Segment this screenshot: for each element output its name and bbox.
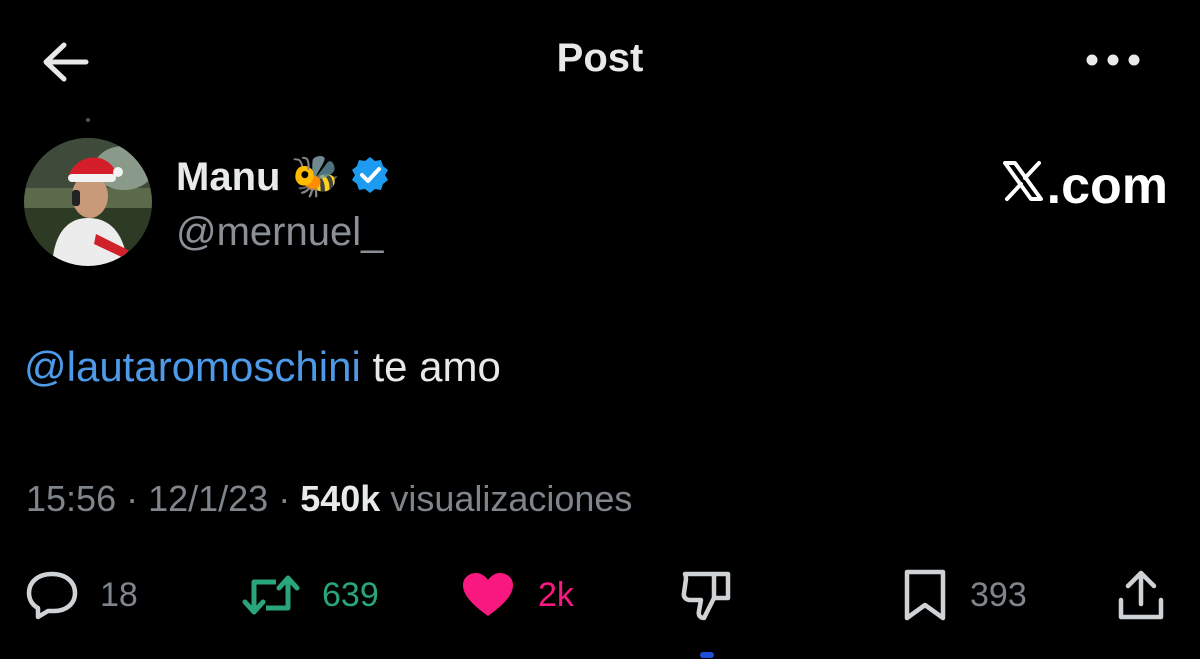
x-logo-icon xyxy=(1001,156,1047,216)
user-handle[interactable]: @mernuel_ xyxy=(176,210,390,255)
more-options-icon[interactable] xyxy=(1082,48,1144,72)
repost-button[interactable]: 639 xyxy=(242,560,379,630)
watermark-text: .com xyxy=(1046,157,1168,215)
page-title: Post xyxy=(556,36,644,80)
action-bar: 18 639 2k 393 xyxy=(0,560,1200,630)
bookmark-icon xyxy=(902,568,948,622)
mention-link[interactable]: @lautaromoschini xyxy=(24,343,361,390)
views-count[interactable]: 540k xyxy=(300,478,380,519)
verified-badge-icon xyxy=(350,155,390,200)
top-bar: Post xyxy=(0,0,1200,120)
post-time[interactable]: 15:56 xyxy=(26,478,116,519)
heart-icon xyxy=(460,570,516,620)
bookmark-count: 393 xyxy=(970,575,1027,614)
scroll-indicator xyxy=(700,652,714,658)
like-button[interactable]: 2k xyxy=(460,560,574,630)
post-date[interactable]: 12/1/23 xyxy=(148,478,268,519)
reply-icon xyxy=(26,570,78,620)
tweet-text: @lautaromoschini te amo xyxy=(24,343,501,391)
decorative-dot xyxy=(86,118,90,122)
repost-count: 639 xyxy=(322,575,379,614)
x-com-watermark: .com xyxy=(1001,156,1168,216)
reply-count: 18 xyxy=(100,575,138,614)
bookmark-button[interactable]: 393 xyxy=(902,560,1027,630)
views-label: visualizaciones xyxy=(380,478,633,519)
separator: · xyxy=(268,478,301,519)
display-name[interactable]: Manu xyxy=(176,155,280,200)
thumbs-down-icon xyxy=(680,568,734,622)
share-icon xyxy=(1116,568,1166,622)
share-button[interactable] xyxy=(1116,560,1166,630)
post-metadata: 15:56 · 12/1/23 · 540k visualizaciones xyxy=(26,478,632,520)
dislike-button[interactable] xyxy=(680,560,734,630)
post-header: Manu 🐝 @mernuel_ .com xyxy=(24,138,1184,268)
separator: · xyxy=(116,478,149,519)
avatar[interactable] xyxy=(24,138,152,266)
like-count: 2k xyxy=(538,575,574,614)
reply-button[interactable]: 18 xyxy=(26,560,138,630)
repost-icon xyxy=(242,570,300,620)
tweet-body: te amo xyxy=(360,343,501,390)
bee-emoji: 🐝 xyxy=(290,155,341,199)
